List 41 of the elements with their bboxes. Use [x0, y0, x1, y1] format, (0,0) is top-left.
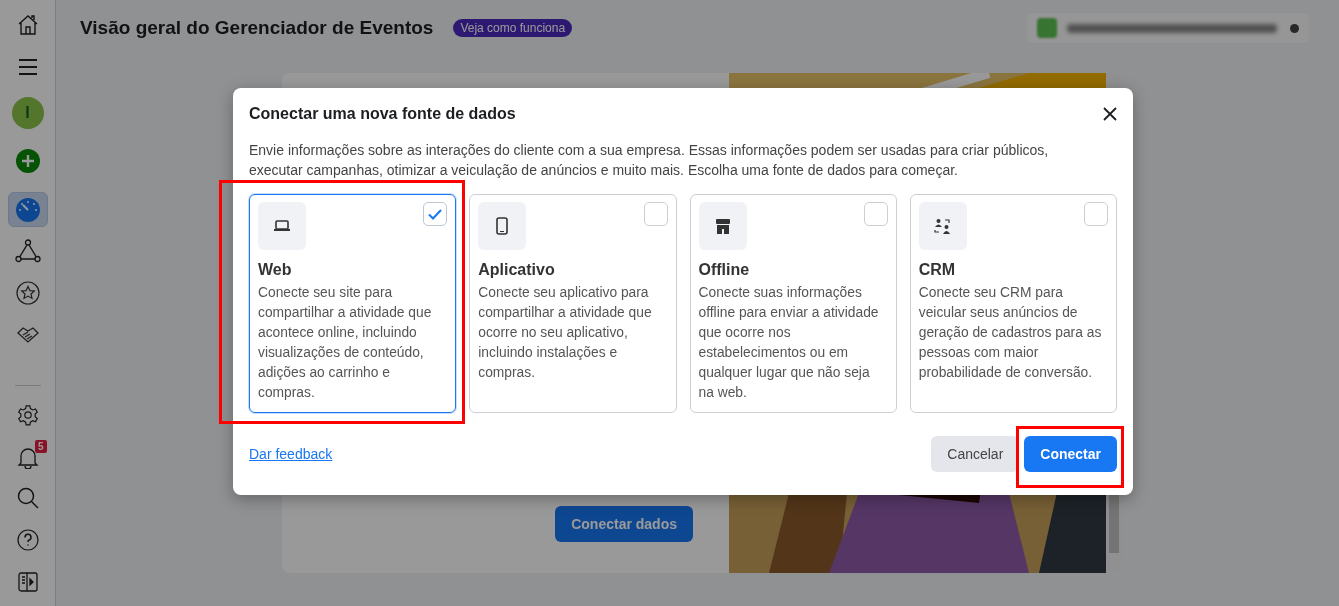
data-source-option[interactable]: CRM Conecte seu CRM para veicular seus anúncios de geração de cadastros para as pessoas com maior probabilidade de conversão.	[909, 194, 1117, 413]
notification-badge: 5	[34, 439, 47, 453]
checkbox[interactable]	[863, 202, 888, 226]
connect-button[interactable]: Conectar	[1024, 436, 1117, 472]
source-description: Conecte seu CRM para veicular seus anúncios de geração de cadastros para as pessoas com maior probabilidade de conversão.	[918, 284, 1103, 382]
source-description: Conecte suas informações offline para enviar a atividade que ocorre nos estabelecimentos ou em qualquer lugar que não seja na web.	[698, 284, 880, 402]
network-icon	[14, 239, 41, 264]
page-title: Visão geral do Gerenciador de Eventos	[80, 17, 434, 39]
data-source-option[interactable]: Aplicativo Conecte seu aplicativo para compartilhar a atividade que ocorre no seu aplicativo, incluindo instalações e compras.	[469, 194, 677, 413]
settings-icon	[16, 404, 39, 427]
feedback-link[interactable]: Dar feedback	[249, 446, 333, 462]
checkbox[interactable]	[643, 202, 668, 226]
source-title: CRM	[918, 261, 957, 279]
add-icon	[15, 149, 40, 174]
gauge-icon	[14, 196, 41, 223]
checkmark-icon	[428, 208, 443, 220]
how-it-works-badge[interactable]: Veja como funciona	[453, 19, 573, 37]
store-icon	[714, 218, 731, 234]
dialog-title: Conectar uma nova fonte de dados	[249, 105, 516, 123]
source-title: Web	[258, 261, 293, 279]
laptop-icon	[274, 219, 290, 233]
bell-nav-item[interactable]: 5	[7, 439, 48, 475]
connect-data-button[interactable]: Conectar dados	[555, 506, 693, 542]
people-exchange-icon	[933, 218, 952, 234]
source-title: Offline	[698, 261, 751, 279]
source-description: Conecte seu site para compartilhar a atividade que acontece online, incluindo visualizações de conteúdo, adições ao carrinho e compras.	[258, 284, 433, 402]
data-source-option[interactable]: Web Conecte seu site para compartilhar a atividade que acontece online, incluindo visualizações de conteúdo, adições ao carrinho e compras.	[249, 194, 457, 413]
help-icon	[16, 529, 39, 551]
dialog-description: Envie informações sobre as interações do cliente com a sua empresa. Essas informações podem ser usadas para criar públicos, executar campanhas, otimizar a veiculação de anúncios e muito mais. Escolha uma fonte de dados para começar.	[249, 141, 1050, 180]
gauge-nav-item[interactable]	[7, 192, 48, 228]
phone-icon	[496, 217, 509, 235]
account-selector[interactable]	[1027, 13, 1309, 43]
search-icon	[16, 487, 39, 510]
checkbox[interactable]	[423, 202, 448, 226]
panel-toggle-icon	[17, 571, 38, 592]
source-description: Conecte seu aplicativo para compartilhar a atividade que ocorre no seu aplicativo, incluindo instalações e compras.	[478, 284, 653, 382]
checkbox[interactable]	[1084, 202, 1108, 226]
data-source-option[interactable]: Offline Conecte suas informações offline para enviar a atividade que ocorre nos estabelecimentos ou em qualquer lugar que não seja na web.	[689, 194, 897, 413]
handshake-icon	[16, 325, 39, 344]
source-title: Aplicativo	[478, 261, 556, 279]
menu-icon	[17, 57, 38, 76]
